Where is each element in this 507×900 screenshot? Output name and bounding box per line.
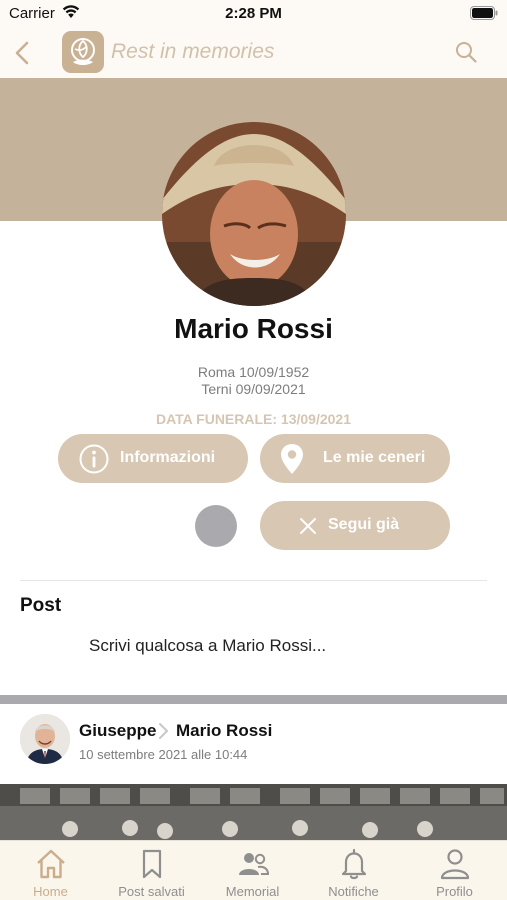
tab-home[interactable]: Home (0, 841, 101, 900)
rose-logo-icon (62, 31, 104, 73)
post-timestamp: 10 settembre 2021 alle 10:44 (79, 747, 248, 762)
post-section-title: Post (20, 595, 62, 616)
tab-saved-posts[interactable]: Post salvati (101, 841, 202, 900)
close-icon (300, 518, 316, 534)
follow-button[interactable]: Segui già (260, 501, 450, 550)
tab-profile[interactable]: Profilo (404, 841, 505, 900)
tab-saved-posts-label: Post salvati (118, 884, 185, 899)
app-title: Rest in memories (111, 40, 275, 63)
tab-bar: Home Post salvati Memorial Notifiche Pro… (0, 840, 507, 900)
death-info: Terni 09/09/2021 (201, 381, 306, 397)
profile-name: Mario Rossi (174, 313, 333, 344)
person-icon (440, 849, 470, 880)
home-icon (37, 849, 65, 879)
search-icon[interactable] (454, 40, 478, 64)
funeral-date: DATA FUNERALE: 13/09/2021 (155, 411, 351, 427)
post-photo[interactable] (0, 784, 507, 842)
chevron-right-icon (159, 723, 168, 739)
info-icon (79, 444, 109, 474)
tab-home-label: Home (33, 884, 68, 899)
clock: 2:28 PM (225, 5, 282, 22)
tab-notifications[interactable]: Notifiche (303, 841, 404, 900)
navigation-bar: Rest in memories (0, 28, 507, 78)
post-author-name[interactable]: Giuseppe (79, 721, 156, 741)
author-avatar[interactable] (20, 714, 70, 764)
bookmark-icon (142, 849, 162, 879)
profile-avatar (162, 122, 346, 306)
status-bar: Carrier 2:28 PM (0, 0, 507, 28)
post-target-name[interactable]: Mario Rossi (176, 721, 272, 741)
back-chevron-icon[interactable] (12, 40, 34, 66)
follow-button-label: Segui già (328, 516, 400, 533)
people-icon (239, 853, 270, 875)
birth-info: Roma 10/09/1952 (197, 364, 310, 380)
tab-memorial[interactable]: Memorial (202, 841, 303, 900)
tab-profile-label: Profilo (436, 884, 473, 899)
location-pin-icon (281, 444, 303, 474)
bell-icon (341, 848, 367, 880)
ashes-button[interactable]: Le mie ceneri (260, 434, 450, 483)
divider (20, 580, 487, 581)
information-button[interactable]: Informazioni (58, 434, 248, 483)
ashes-button-label: Le mie ceneri (323, 449, 426, 466)
information-button-label: Informazioni (120, 449, 216, 466)
section-separator (0, 695, 507, 704)
tab-memorial-label: Memorial (225, 884, 280, 899)
status-indicator (195, 505, 237, 547)
write-post-input[interactable]: Scrivi qualcosa a Mario Rossi... (89, 636, 326, 656)
battery-icon (470, 6, 498, 20)
tab-notifications-label: Notifiche (328, 884, 379, 899)
